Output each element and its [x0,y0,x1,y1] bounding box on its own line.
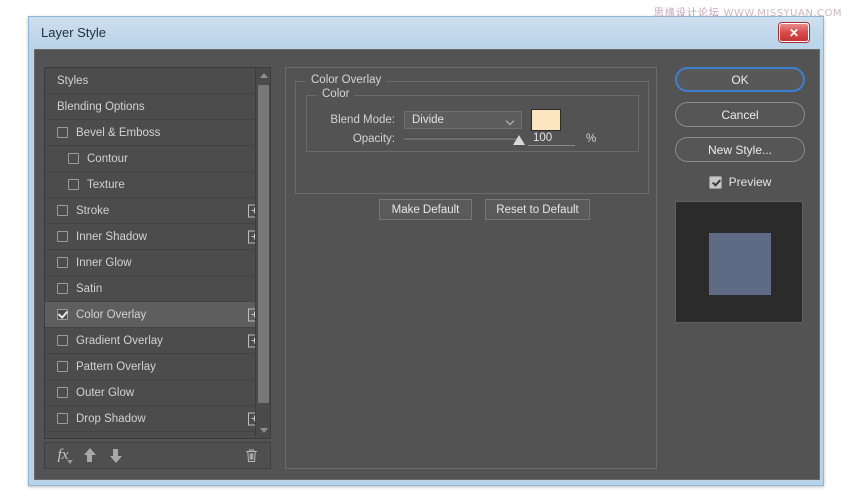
color-overlay-group-title: Color Overlay [306,74,386,86]
styles-list-header-label: Styles [45,75,88,87]
style-row-label: Outer Glow [76,387,134,399]
opacity-input[interactable]: 100 [528,132,575,146]
style-row-label: Inner Glow [76,257,132,269]
preview-thumbnail [675,201,803,323]
blend-mode-row: Blend Mode: Divide [317,109,561,131]
chevron-down-icon [507,118,514,122]
style-row-label: Drop Shadow [76,439,146,440]
cancel-button[interactable]: Cancel [675,102,805,127]
defaults-button-row: Make Default Reset to Default [379,199,590,220]
styles-list-scrollbar[interactable] [255,68,270,438]
style-enable-checkbox[interactable] [57,283,68,294]
blend-mode-value: Divide [405,114,444,126]
style-row-label: Gradient Overlay [76,335,163,347]
opacity-label: Opacity: [317,133,395,145]
style-row-label: Inner Shadow [76,231,147,243]
style-row-stroke[interactable]: Stroke+ [45,198,270,224]
style-enable-checkbox[interactable] [57,231,68,242]
fx-menu-button[interactable]: fx [50,443,76,468]
new-style-button[interactable]: New Style... [675,137,805,162]
chevron-down-icon [67,460,73,464]
watermark-chinese-text: 思缘设计论坛 [654,8,720,19]
style-row-blending-options[interactable]: Blending Options [45,94,270,120]
style-row-label: Pattern Overlay [76,361,156,373]
style-enable-checkbox[interactable] [57,387,68,398]
add-effect-instance-icon[interactable]: + [248,438,261,439]
trash-icon [245,448,258,463]
opacity-slider-thumb[interactable] [513,135,525,145]
preview-checkbox[interactable]: Preview [675,172,805,192]
color-overlay-group: Color Overlay Color Blend Mode: Divide [295,81,649,194]
style-enable-checkbox[interactable] [68,179,79,190]
close-button[interactable]: ✕ [779,23,809,42]
color-subgroup: Color Blend Mode: Divide Opacity: [306,95,639,152]
style-row-label: Texture [87,179,125,191]
style-row-color-overlay[interactable]: Color Overlay+ [45,302,270,328]
style-enable-checkbox[interactable] [57,361,68,372]
blend-mode-label: Blend Mode: [317,114,395,126]
opacity-slider[interactable] [404,132,519,146]
dialog-actions-column: OK Cancel New Style... Preview [675,67,810,323]
styles-list: Styles Blending Options Bevel & Emboss Cont… [45,68,270,439]
dialog-titlebar[interactable]: Layer Style ✕ [29,17,823,49]
layer-style-dialog: Layer Style ✕ Styles Blending Options Beve… [28,16,824,486]
scroll-down-icon[interactable] [256,423,271,438]
style-row-bevel-emboss[interactable]: Bevel & Emboss [45,120,270,146]
delete-effect-button[interactable] [245,448,258,463]
style-row-label: Blending Options [57,101,145,113]
blend-mode-select[interactable]: Divide [404,111,522,129]
color-subgroup-title: Color [317,88,354,100]
watermark-url-text: WWW.MISSYUAN.COM [724,8,842,19]
opacity-slider-track [404,137,519,140]
preview-shape [709,233,771,295]
style-row-texture[interactable]: Texture [45,172,270,198]
style-row-gradient-overlay[interactable]: Gradient Overlay+ [45,328,270,354]
opacity-row: Opacity: 100 % [317,132,596,146]
style-row-outer-glow[interactable]: Outer Glow [45,380,270,406]
style-row-label: Contour [87,153,128,165]
style-row-contour[interactable]: Contour [45,146,270,172]
style-enable-checkbox[interactable] [57,413,68,424]
dialog-title: Layer Style [41,25,106,40]
style-row-inner-glow[interactable]: Inner Glow [45,250,270,276]
style-row-drop-shadow[interactable]: Drop Shadow+ [45,406,270,432]
styles-list-panel: Styles Blending Options Bevel & Emboss Cont… [44,67,271,439]
scroll-up-icon[interactable] [256,68,271,83]
preview-label: Preview [729,175,772,189]
style-enable-checkbox[interactable] [57,257,68,268]
style-enable-checkbox[interactable] [57,127,68,138]
preview-checkbox-box [709,176,722,189]
screenshot-root: 思缘设计论坛 WWW.MISSYUAN.COM Layer Style ✕ St… [0,0,850,500]
make-default-button[interactable]: Make Default [379,199,472,220]
style-row-label: Color Overlay [76,309,146,321]
move-effect-down-button[interactable] [102,443,128,468]
move-effect-up-button[interactable] [76,443,102,468]
style-row-label: Satin [76,283,102,295]
dialog-body: Styles Blending Options Bevel & Emboss Cont… [34,49,820,480]
move-up-icon [83,448,96,463]
effects-toolbar: fx [44,442,271,469]
style-row-satin[interactable]: Satin [45,276,270,302]
move-down-icon [109,448,122,463]
style-enable-checkbox[interactable] [57,335,68,346]
style-enable-checkbox[interactable] [57,309,68,320]
style-enable-checkbox[interactable] [68,153,79,164]
reset-to-default-button[interactable]: Reset to Default [485,199,590,220]
overlay-color-swatch[interactable] [531,109,561,131]
ok-button[interactable]: OK [675,67,805,92]
style-row-label: Drop Shadow [76,413,146,425]
site-watermark: 思缘设计论坛 WWW.MISSYUAN.COM [654,4,842,19]
style-row-inner-shadow[interactable]: Inner Shadow+ [45,224,270,250]
style-row-pattern-overlay[interactable]: Pattern Overlay [45,354,270,380]
color-overlay-settings-panel: Color Overlay Color Blend Mode: Divide [285,67,657,469]
style-row-label: Bevel & Emboss [76,127,160,139]
style-row-label: Stroke [76,205,109,217]
style-row-drop-shadow[interactable]: Drop Shadow + [45,432,270,439]
scrollbar-thumb[interactable] [258,85,269,403]
style-enable-checkbox[interactable] [57,205,68,216]
close-icon: ✕ [780,24,808,41]
opacity-unit: % [586,133,596,145]
styles-list-header[interactable]: Styles [45,68,270,94]
